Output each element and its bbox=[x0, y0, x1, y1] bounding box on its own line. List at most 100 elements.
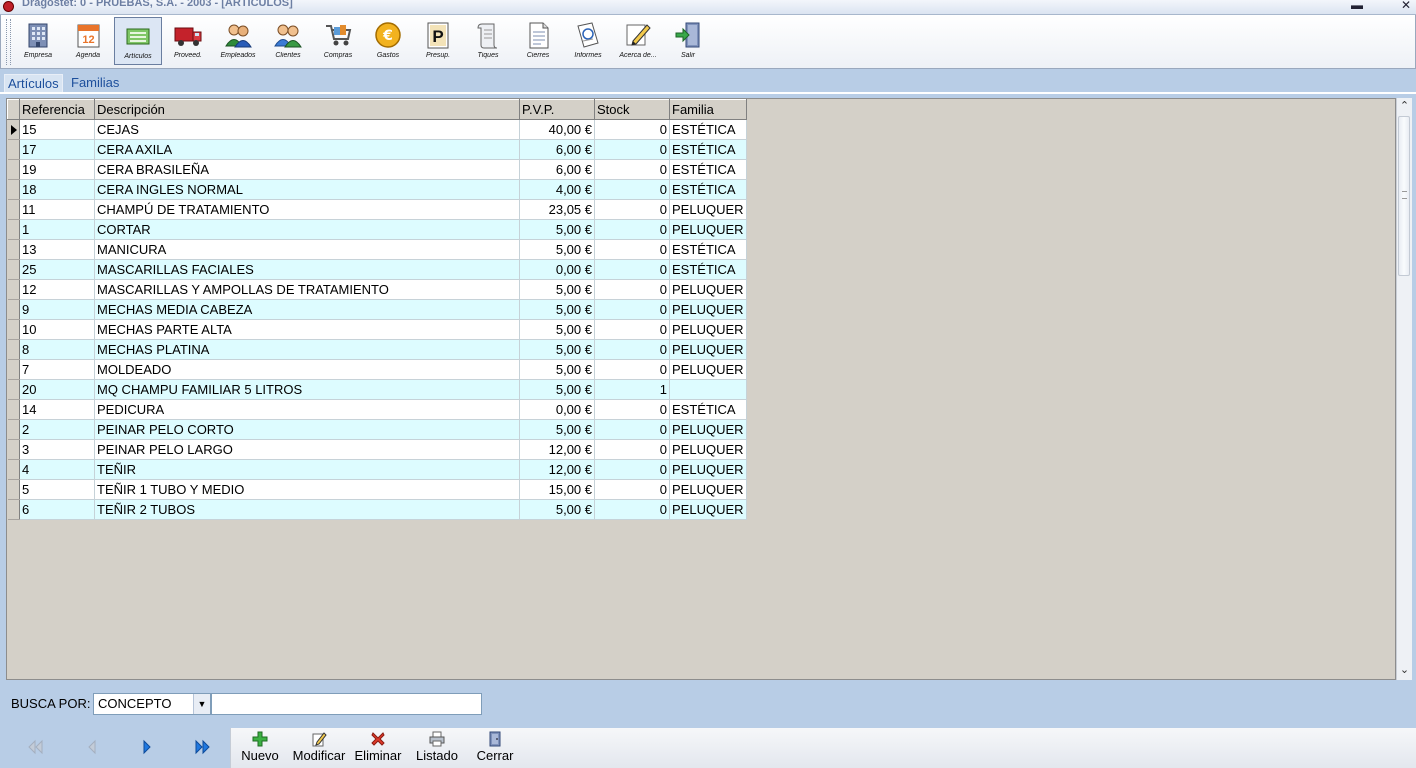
cell-familia[interactable]: ESTÉTICA bbox=[669, 139, 747, 160]
cell-pvp[interactable]: 12,00 € bbox=[519, 459, 595, 480]
cell-descripcion[interactable]: PEDICURA bbox=[94, 399, 520, 420]
cell-familia[interactable]: ESTÉTICA bbox=[669, 119, 747, 140]
cell-familia[interactable]: PELUQUER bbox=[669, 219, 747, 240]
cerrar-button[interactable]: Cerrar bbox=[475, 729, 515, 767]
first-record-button[interactable] bbox=[26, 738, 46, 756]
cell-referencia[interactable]: 12 bbox=[19, 279, 95, 300]
cell-referencia[interactable]: 10 bbox=[19, 319, 95, 340]
cell-descripcion[interactable]: PEINAR PELO LARGO bbox=[94, 439, 520, 460]
cell-referencia[interactable]: 7 bbox=[19, 359, 95, 380]
cell-pvp[interactable]: 5,00 € bbox=[519, 419, 595, 440]
last-record-button[interactable] bbox=[193, 738, 213, 756]
cell-stock[interactable]: 0 bbox=[594, 139, 670, 160]
cell-descripcion[interactable]: CERA BRASILEÑA bbox=[94, 159, 520, 180]
cell-stock[interactable]: 0 bbox=[594, 179, 670, 200]
table-row[interactable]: 6 TEÑIR 2 TUBOS 5,00 €0 PELUQUER bbox=[7, 499, 747, 520]
table-row[interactable]: 18 CERA INGLES NORMAL 4,00 €0 ESTÉTICA bbox=[7, 179, 747, 200]
toolbar-button-salir[interactable]: Salir bbox=[664, 17, 712, 65]
table-row[interactable]: 14 PEDICURA 0,00 €0 ESTÉTICA bbox=[7, 399, 747, 420]
cell-familia[interactable]: PELUQUER bbox=[669, 319, 747, 340]
column-header-referencia[interactable]: Referencia bbox=[19, 99, 95, 120]
table-row[interactable]: 9 MECHAS MEDIA CABEZA 5,00 €0 PELUQUER bbox=[7, 299, 747, 320]
table-row[interactable]: 8 MECHAS PLATINA 5,00 €0 PELUQUER bbox=[7, 339, 747, 360]
cell-descripcion[interactable]: CERA INGLES NORMAL bbox=[94, 179, 520, 200]
cell-descripcion[interactable]: CEJAS bbox=[94, 119, 520, 140]
cell-stock[interactable]: 0 bbox=[594, 459, 670, 480]
row-selector[interactable] bbox=[7, 499, 20, 520]
toolbar-button-cierres[interactable]: Cierres bbox=[514, 17, 562, 65]
toolbar-button-agenda[interactable]: 12 Agenda bbox=[64, 17, 112, 65]
column-header-pvp[interactable]: P.V.P. bbox=[519, 99, 595, 120]
cell-descripcion[interactable]: TEÑIR bbox=[94, 459, 520, 480]
listado-button[interactable]: Listado bbox=[414, 729, 460, 767]
cell-stock[interactable]: 0 bbox=[594, 439, 670, 460]
cell-familia[interactable]: PELUQUER bbox=[669, 359, 747, 380]
cell-stock[interactable]: 0 bbox=[594, 259, 670, 280]
row-selector[interactable] bbox=[7, 439, 20, 460]
cell-pvp[interactable]: 4,00 € bbox=[519, 179, 595, 200]
cell-stock[interactable]: 0 bbox=[594, 299, 670, 320]
table-row[interactable]: 5 TEÑIR 1 TUBO Y MEDIO 15,00 €0 PELUQUER bbox=[7, 479, 747, 500]
row-selector[interactable] bbox=[7, 399, 20, 420]
cell-familia[interactable] bbox=[669, 379, 747, 400]
table-row[interactable]: 7 MOLDEADO 5,00 €0 PELUQUER bbox=[7, 359, 747, 380]
cell-stock[interactable]: 0 bbox=[594, 479, 670, 500]
toolbar-button-articulos[interactable]: Artículos bbox=[114, 17, 162, 65]
search-input[interactable] bbox=[211, 693, 482, 715]
table-row[interactable]: 19 CERA BRASILEÑA 6,00 €0 ESTÉTICA bbox=[7, 159, 747, 180]
cell-familia[interactable]: PELUQUER bbox=[669, 499, 747, 520]
scroll-down-button[interactable]: ⌄ bbox=[1397, 662, 1412, 678]
eliminar-button[interactable]: Eliminar bbox=[353, 729, 403, 767]
cell-stock[interactable]: 0 bbox=[594, 159, 670, 180]
dropdown-arrow-icon[interactable]: ▼ bbox=[193, 694, 210, 714]
cell-pvp[interactable]: 5,00 € bbox=[519, 319, 595, 340]
previous-record-button[interactable] bbox=[83, 738, 103, 756]
cell-familia[interactable]: PELUQUER bbox=[669, 279, 747, 300]
cell-familia[interactable]: PELUQUER bbox=[669, 199, 747, 220]
cell-familia[interactable]: PELUQUER bbox=[669, 419, 747, 440]
row-selector[interactable] bbox=[7, 139, 20, 160]
cell-referencia[interactable]: 11 bbox=[19, 199, 95, 220]
cell-descripcion[interactable]: MANICURA bbox=[94, 239, 520, 260]
row-selector[interactable] bbox=[7, 339, 20, 360]
row-selector[interactable] bbox=[7, 219, 20, 240]
table-row[interactable]: 12 MASCARILLAS Y AMPOLLAS DE TRATAMIENTO 5… bbox=[7, 279, 747, 300]
toolbar-button-proveedores[interactable]: Proveed. bbox=[164, 17, 212, 65]
cell-referencia[interactable]: 13 bbox=[19, 239, 95, 260]
cell-referencia[interactable]: 8 bbox=[19, 339, 95, 360]
toolbar-button-compras[interactable]: Compras bbox=[314, 17, 362, 65]
cell-pvp[interactable]: 12,00 € bbox=[519, 439, 595, 460]
row-selector[interactable] bbox=[7, 359, 20, 380]
toolbar-button-presupuestos[interactable]: P Presup. bbox=[414, 17, 462, 65]
cell-pvp[interactable]: 6,00 € bbox=[519, 159, 595, 180]
toolbar-button-acerca-de[interactable]: Acerca de... bbox=[614, 17, 662, 65]
cell-familia[interactable]: PELUQUER bbox=[669, 439, 747, 460]
toolbar-button-clientes[interactable]: Clientes bbox=[264, 17, 312, 65]
cell-stock[interactable]: 0 bbox=[594, 339, 670, 360]
table-row[interactable]: 4 TEÑIR 12,00 €0 PELUQUER bbox=[7, 459, 747, 480]
cell-pvp[interactable]: 5,00 € bbox=[519, 279, 595, 300]
row-selector[interactable] bbox=[7, 239, 20, 260]
cell-descripcion[interactable]: TEÑIR 2 TUBOS bbox=[94, 499, 520, 520]
cell-descripcion[interactable]: MECHAS PLATINA bbox=[94, 339, 520, 360]
table-row[interactable]: 13 MANICURA 5,00 €0 ESTÉTICA bbox=[7, 239, 747, 260]
row-selector[interactable] bbox=[7, 259, 20, 280]
table-row[interactable]: 25 MASCARILLAS FACIALES 0,00 €0 ESTÉTICA bbox=[7, 259, 747, 280]
cell-descripcion[interactable]: PEINAR PELO CORTO bbox=[94, 419, 520, 440]
cell-referencia[interactable]: 20 bbox=[19, 379, 95, 400]
cell-stock[interactable]: 0 bbox=[594, 359, 670, 380]
minimize-button[interactable]: ▬ bbox=[1348, 0, 1366, 12]
cell-referencia[interactable]: 2 bbox=[19, 419, 95, 440]
row-selector[interactable] bbox=[7, 459, 20, 480]
row-selector[interactable] bbox=[7, 279, 20, 300]
row-selector[interactable] bbox=[7, 479, 20, 500]
table-row[interactable]: 3 PEINAR PELO LARGO 12,00 €0 PELUQUER bbox=[7, 439, 747, 460]
next-record-button[interactable] bbox=[138, 738, 158, 756]
close-window-button[interactable]: ✕ bbox=[1397, 0, 1415, 12]
cell-pvp[interactable]: 6,00 € bbox=[519, 139, 595, 160]
cell-descripcion[interactable]: CERA AXILA bbox=[94, 139, 520, 160]
table-row[interactable]: 17 CERA AXILA 6,00 €0 ESTÉTICA bbox=[7, 139, 747, 160]
cell-familia[interactable]: PELUQUER bbox=[669, 459, 747, 480]
modificar-button[interactable]: Modificar bbox=[291, 729, 347, 767]
cell-pvp[interactable]: 0,00 € bbox=[519, 259, 595, 280]
